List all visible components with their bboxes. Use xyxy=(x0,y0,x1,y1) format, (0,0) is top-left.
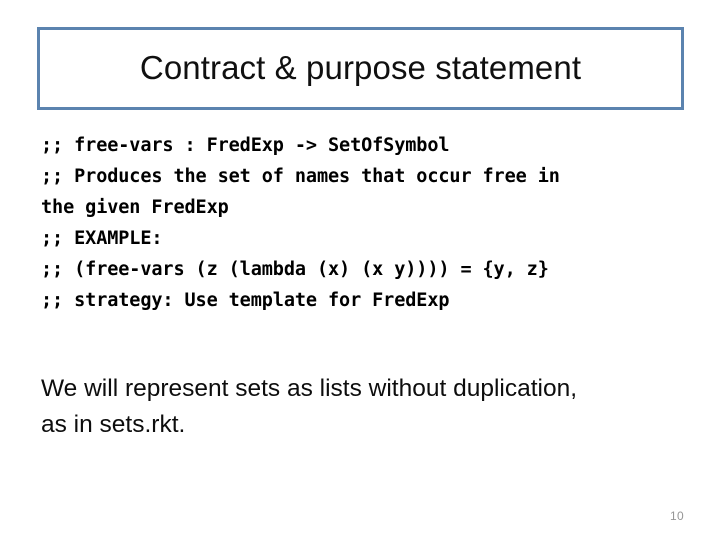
code-line: ;; free-vars : FredExp -> SetOfSymbol xyxy=(41,135,450,156)
title-box: Contract & purpose statement xyxy=(37,27,684,110)
slide-canvas: Contract & purpose statement ;; free-var… xyxy=(0,0,720,540)
code-line: ;; EXAMPLE: xyxy=(41,228,163,249)
code-line: ;; Produces the set of names that occur … xyxy=(41,166,560,187)
code-line: the given FredExp xyxy=(41,197,229,218)
code-line: ;; (free-vars (z (lambda (x) (x y)))) = … xyxy=(41,259,549,280)
code-block: ;; free-vars : FredExp -> SetOfSymbol ;;… xyxy=(41,130,681,316)
page-number: 10 xyxy=(670,509,684,523)
code-line: ;; strategy: Use template for FredExp xyxy=(41,290,450,311)
page-title: Contract & purpose statement xyxy=(139,49,582,87)
body-paragraph: We will represent sets as lists without … xyxy=(41,375,578,438)
